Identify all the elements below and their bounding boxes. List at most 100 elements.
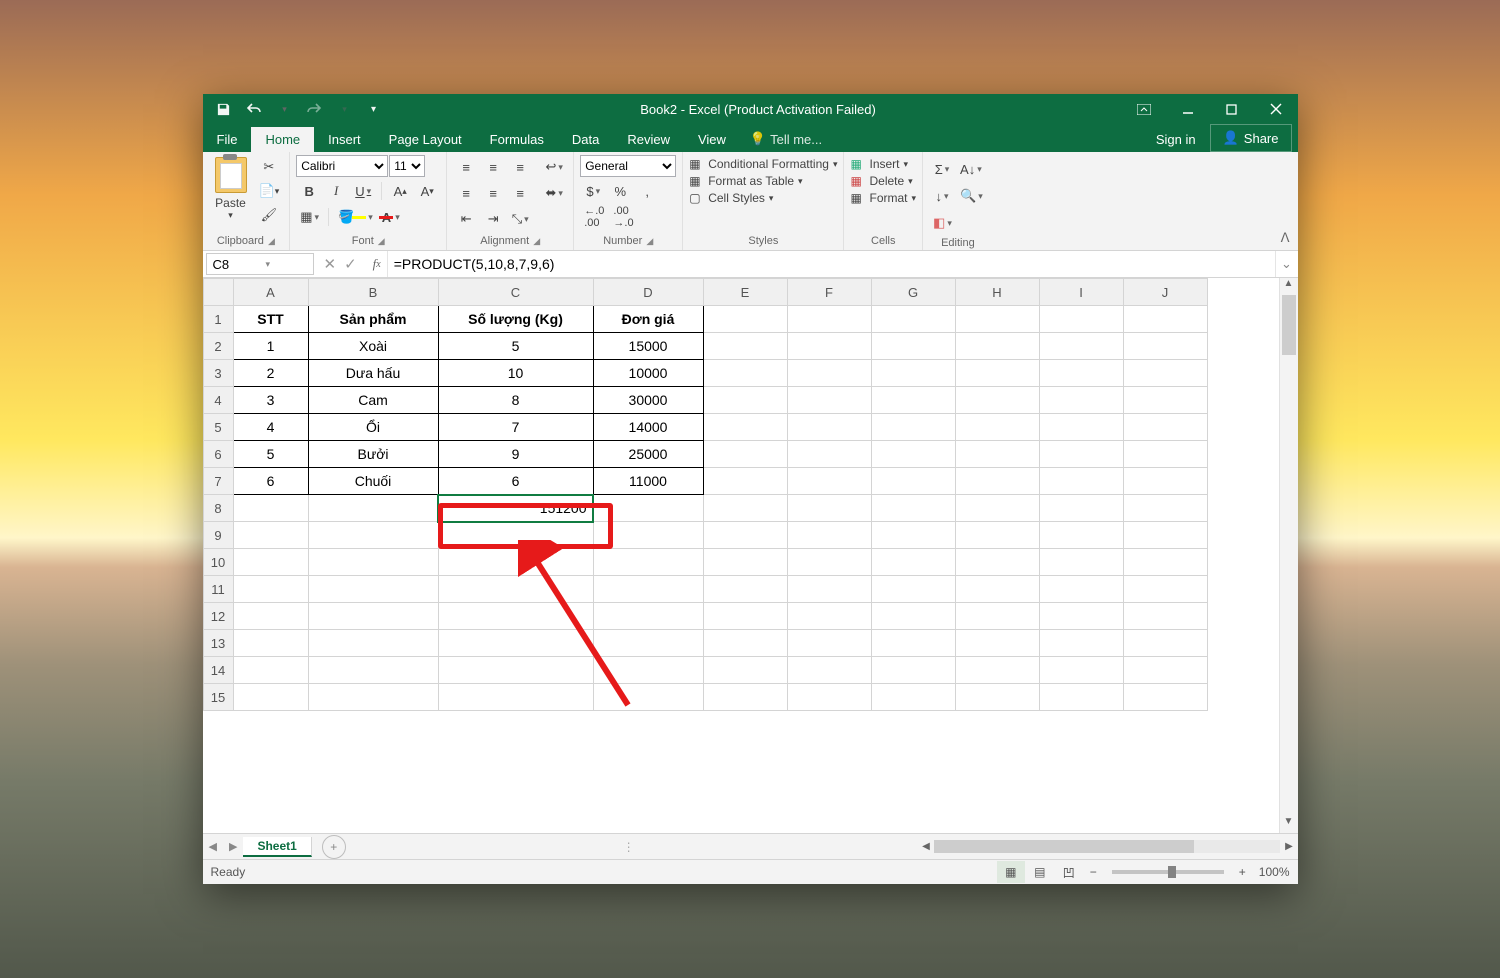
grid[interactable]: ABCDEFGHIJ1STTSản phẩmSố lượng (Kg)Đơn g… bbox=[203, 278, 1279, 833]
cell-G14[interactable] bbox=[871, 657, 955, 684]
redo-dropdown[interactable] bbox=[331, 96, 357, 122]
fill-button[interactable]: ↓ bbox=[929, 184, 955, 208]
format-painter-button[interactable]: 🖌 bbox=[255, 203, 284, 227]
merge-center-button[interactable]: ⬌ bbox=[541, 181, 567, 205]
cell-H7[interactable] bbox=[955, 468, 1039, 495]
cell-C9[interactable] bbox=[438, 522, 593, 549]
align-center-button[interactable]: ≡ bbox=[480, 181, 506, 205]
cell-E2[interactable] bbox=[703, 333, 787, 360]
cell-D2[interactable]: 15000 bbox=[593, 333, 703, 360]
cell-C6[interactable]: 9 bbox=[438, 441, 593, 468]
save-button[interactable] bbox=[211, 96, 237, 122]
cell-J2[interactable] bbox=[1123, 333, 1207, 360]
cell-F12[interactable] bbox=[787, 603, 871, 630]
cell-A3[interactable]: 2 bbox=[233, 360, 308, 387]
number-format-select[interactable]: General bbox=[580, 155, 676, 177]
vscroll-thumb[interactable] bbox=[1282, 295, 1296, 355]
cell-B6[interactable]: Bưởi bbox=[308, 441, 438, 468]
cell-D3[interactable]: 10000 bbox=[593, 360, 703, 387]
format-as-table-button[interactable]: ▦Format as Table▾ bbox=[689, 174, 802, 188]
cell-A5[interactable]: 4 bbox=[233, 414, 308, 441]
cell-J5[interactable] bbox=[1123, 414, 1207, 441]
orientation-button[interactable]: ⤡ bbox=[507, 207, 533, 231]
sheet-nav-next[interactable]: ▶ bbox=[223, 840, 243, 853]
sort-filter-button[interactable]: A↓ bbox=[956, 157, 986, 181]
normal-view-button[interactable]: ▦ bbox=[997, 861, 1025, 883]
cell-J13[interactable] bbox=[1123, 630, 1207, 657]
tab-page-layout[interactable]: Page Layout bbox=[375, 127, 476, 152]
cell-H8[interactable] bbox=[955, 495, 1039, 522]
scroll-up-button[interactable]: ▲ bbox=[1280, 278, 1298, 295]
italic-button[interactable]: I bbox=[323, 179, 349, 203]
row-header-11[interactable]: 11 bbox=[203, 576, 233, 603]
zoom-slider[interactable] bbox=[1112, 870, 1224, 874]
sheet-tab-1[interactable]: Sheet1 bbox=[243, 837, 311, 857]
tab-view[interactable]: View bbox=[684, 127, 740, 152]
cell-B5[interactable]: Ổi bbox=[308, 414, 438, 441]
cell-E4[interactable] bbox=[703, 387, 787, 414]
cell-C7[interactable]: 6 bbox=[438, 468, 593, 495]
vertical-scrollbar[interactable]: ▲ ▼ bbox=[1279, 278, 1298, 833]
tab-data[interactable]: Data bbox=[558, 127, 613, 152]
zoom-out-button[interactable]: − bbox=[1090, 865, 1097, 879]
tab-review[interactable]: Review bbox=[613, 127, 684, 152]
cell-E14[interactable] bbox=[703, 657, 787, 684]
share-button[interactable]: 👤Share bbox=[1210, 124, 1292, 152]
cell-D9[interactable] bbox=[593, 522, 703, 549]
cell-H1[interactable] bbox=[955, 306, 1039, 333]
cell-F7[interactable] bbox=[787, 468, 871, 495]
align-left-button[interactable]: ≡ bbox=[453, 181, 479, 205]
cell-H3[interactable] bbox=[955, 360, 1039, 387]
cell-E15[interactable] bbox=[703, 684, 787, 711]
cell-D15[interactable] bbox=[593, 684, 703, 711]
row-header-9[interactable]: 9 bbox=[203, 522, 233, 549]
cell-C5[interactable]: 7 bbox=[438, 414, 593, 441]
undo-button[interactable] bbox=[241, 96, 267, 122]
wrap-text-button[interactable]: ↩ bbox=[541, 155, 567, 179]
minimize-button[interactable] bbox=[1166, 94, 1210, 124]
cell-B15[interactable] bbox=[308, 684, 438, 711]
scroll-left-button[interactable]: ◀ bbox=[917, 841, 934, 852]
cell-F15[interactable] bbox=[787, 684, 871, 711]
cell-F1[interactable] bbox=[787, 306, 871, 333]
hscroll-thumb[interactable] bbox=[934, 840, 1194, 853]
cell-G15[interactable] bbox=[871, 684, 955, 711]
horizontal-scrollbar[interactable]: ◀ ▶ bbox=[917, 838, 1297, 855]
copy-button[interactable]: 📄▾ bbox=[255, 179, 284, 203]
cell-I1[interactable] bbox=[1039, 306, 1123, 333]
cell-G6[interactable] bbox=[871, 441, 955, 468]
cell-D5[interactable]: 14000 bbox=[593, 414, 703, 441]
cell-B13[interactable] bbox=[308, 630, 438, 657]
clipboard-launcher[interactable]: ◢ bbox=[268, 236, 275, 247]
cell-C15[interactable] bbox=[438, 684, 593, 711]
enter-formula-button[interactable]: ✓ bbox=[344, 255, 357, 273]
cell-I10[interactable] bbox=[1039, 549, 1123, 576]
tab-file[interactable]: File bbox=[203, 127, 252, 152]
cell-G11[interactable] bbox=[871, 576, 955, 603]
tab-formulas[interactable]: Formulas bbox=[476, 127, 558, 152]
cell-H11[interactable] bbox=[955, 576, 1039, 603]
insert-cells-button[interactable]: ▦Insert▾ bbox=[850, 157, 908, 171]
cell-I11[interactable] bbox=[1039, 576, 1123, 603]
row-header-10[interactable]: 10 bbox=[203, 549, 233, 576]
cell-J11[interactable] bbox=[1123, 576, 1207, 603]
cell-F8[interactable] bbox=[787, 495, 871, 522]
cell-E1[interactable] bbox=[703, 306, 787, 333]
cell-J3[interactable] bbox=[1123, 360, 1207, 387]
accounting-format-button[interactable]: $ bbox=[580, 179, 606, 203]
cell-I12[interactable] bbox=[1039, 603, 1123, 630]
cell-F3[interactable] bbox=[787, 360, 871, 387]
cell-B14[interactable] bbox=[308, 657, 438, 684]
cell-C13[interactable] bbox=[438, 630, 593, 657]
cell-A6[interactable]: 5 bbox=[233, 441, 308, 468]
align-top-button[interactable]: ≡ bbox=[453, 155, 479, 179]
cell-J12[interactable] bbox=[1123, 603, 1207, 630]
cell-E7[interactable] bbox=[703, 468, 787, 495]
decrease-decimal-button[interactable]: .00→.0 bbox=[609, 205, 637, 229]
cell-G7[interactable] bbox=[871, 468, 955, 495]
cell-G10[interactable] bbox=[871, 549, 955, 576]
cell-C10[interactable] bbox=[438, 549, 593, 576]
number-launcher[interactable]: ◢ bbox=[646, 236, 653, 247]
cell-H15[interactable] bbox=[955, 684, 1039, 711]
cell-I7[interactable] bbox=[1039, 468, 1123, 495]
